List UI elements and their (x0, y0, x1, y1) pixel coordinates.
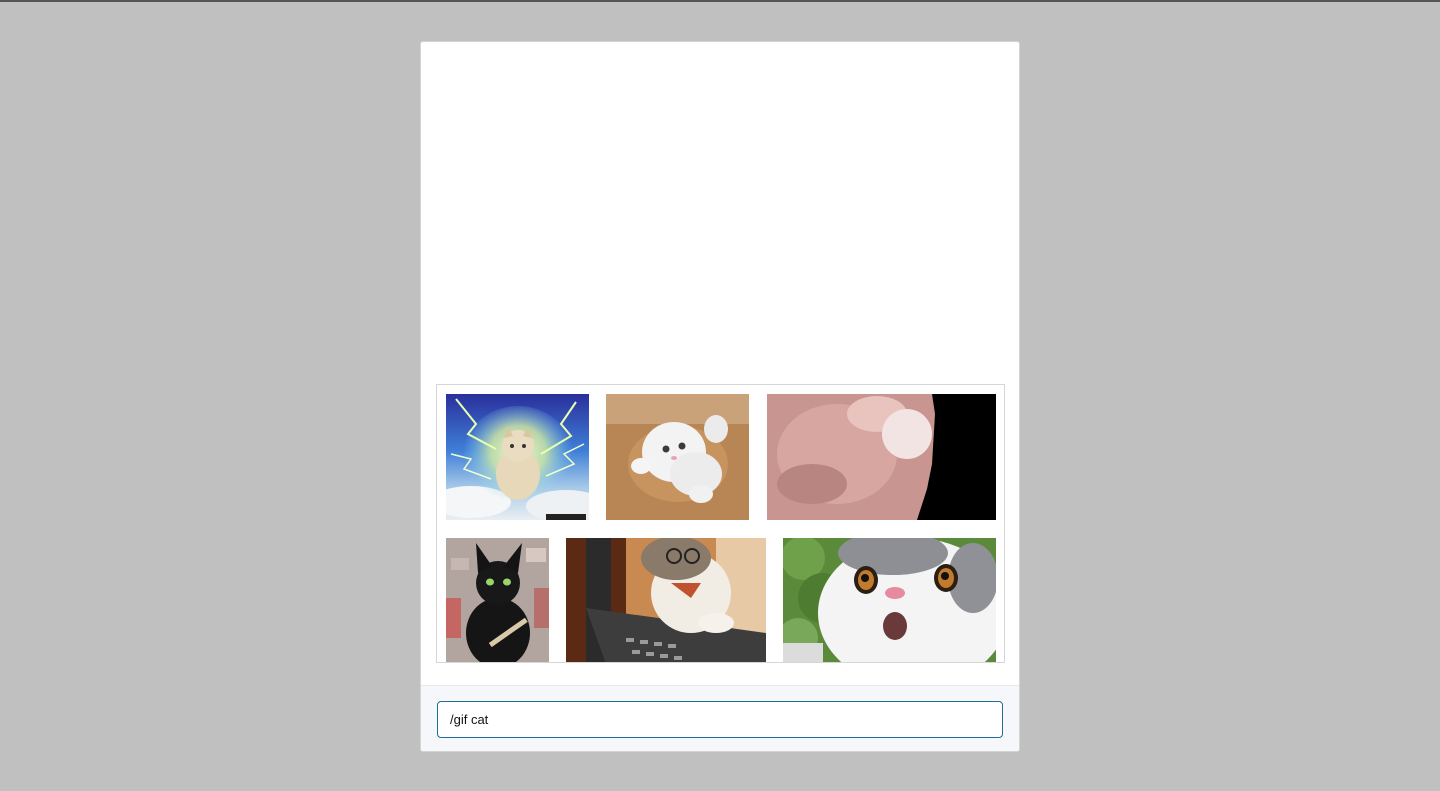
message-input[interactable] (437, 701, 1003, 738)
message-area (421, 42, 1019, 384)
gif-result-cat-laptop-glasses[interactable] (566, 538, 766, 662)
message-composer (421, 685, 1019, 751)
gif-result-white-cat-rolling[interactable] (606, 394, 749, 520)
gif-result-closeup-nose[interactable] (767, 394, 996, 520)
gif-result-lightning-kitten[interactable] (446, 394, 589, 520)
gif-result-black-cat-nail-file[interactable] (446, 538, 549, 662)
chat-window (420, 41, 1020, 752)
gif-result-gray-cat-surprised[interactable] (783, 538, 996, 662)
gif-picker-panel[interactable] (436, 384, 1005, 663)
top-border (0, 0, 1440, 2)
